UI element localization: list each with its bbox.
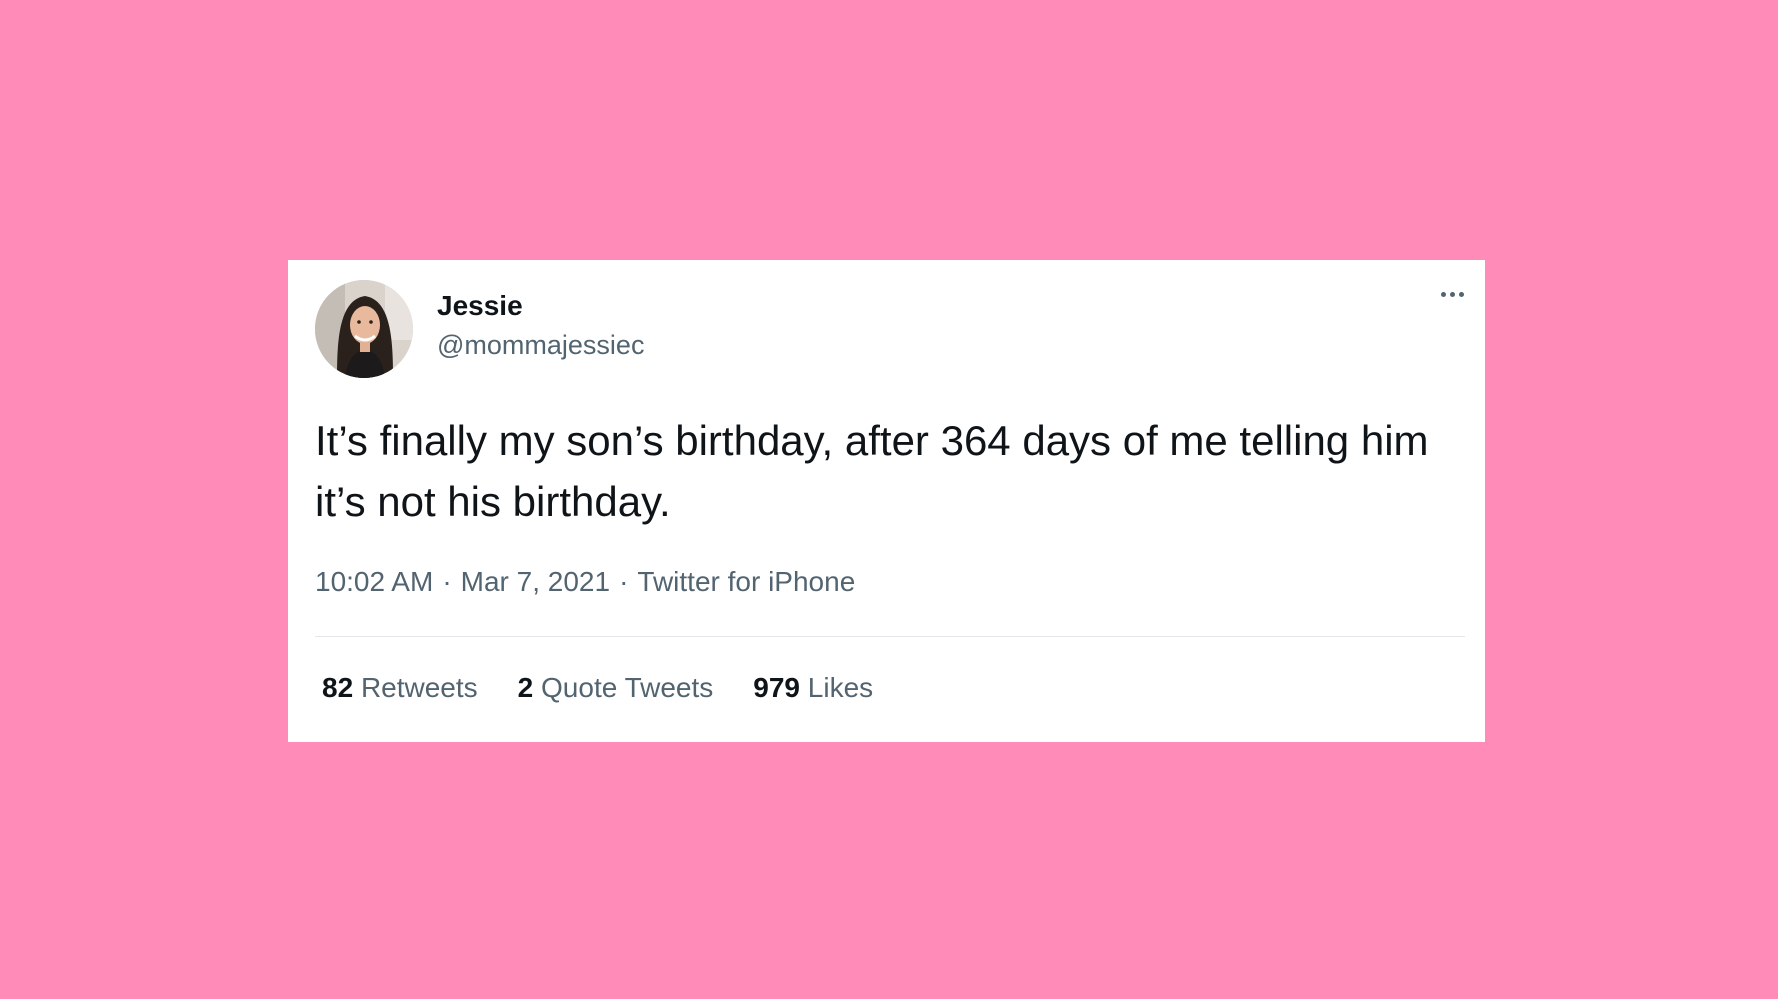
- likes-stat[interactable]: 979 Likes: [753, 672, 873, 704]
- meta-separator: ·: [442, 566, 452, 597]
- author-display-name[interactable]: Jessie: [437, 290, 523, 322]
- likes-count: 979: [753, 672, 800, 703]
- more-options-button[interactable]: [1428, 280, 1476, 308]
- tweet-date[interactable]: Mar 7, 2021: [461, 566, 610, 598]
- tweet-source[interactable]: Twitter for iPhone: [637, 566, 855, 598]
- retweets-label: Retweets: [360, 672, 478, 703]
- tweet-time[interactable]: 10:02 AM: [315, 566, 433, 598]
- quote-tweets-label: Quote Tweets: [541, 672, 714, 703]
- tweet-metadata: 10:02 AM · Mar 7, 2021 · Twitter for iPh…: [315, 566, 855, 598]
- retweets-stat[interactable]: 82 Retweets: [322, 672, 478, 704]
- avatar[interactable]: [315, 280, 413, 378]
- tweet-card: Jessie @mommajessiec It’s finally my son…: [288, 260, 1485, 742]
- meta-separator: ·: [619, 566, 629, 597]
- divider: [315, 636, 1465, 637]
- likes-label: Likes: [807, 672, 874, 703]
- profile-photo-icon: [315, 280, 413, 378]
- quote-tweets-stat[interactable]: 2 Quote Tweets: [518, 672, 714, 704]
- tweet-stats: 82 Retweets 2 Quote Tweets 979 Likes: [322, 672, 913, 704]
- retweets-count: 82: [322, 672, 354, 703]
- more-horizontal-icon: [1440, 291, 1464, 297]
- quote-tweets-count: 2: [517, 672, 534, 703]
- tweet-text: It’s finally my son’s birthday, after 36…: [315, 417, 1429, 525]
- author-handle[interactable]: @mommajessiec: [437, 330, 644, 361]
